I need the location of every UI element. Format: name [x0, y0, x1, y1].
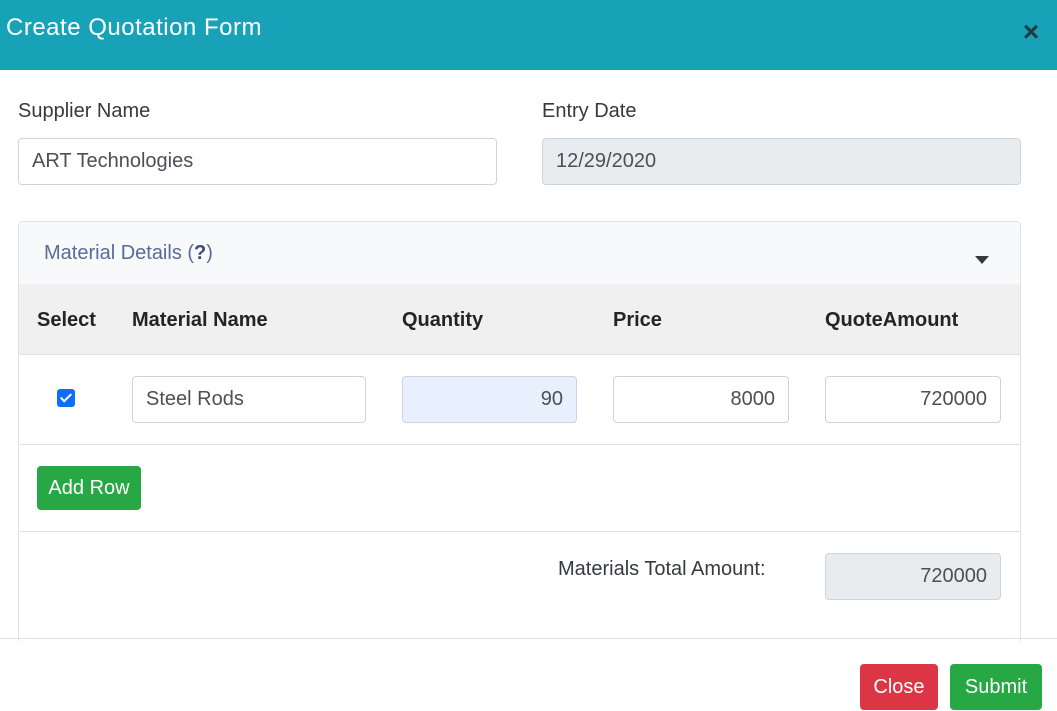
submit-button[interactable]: Submit: [950, 664, 1042, 710]
modal-title: Create Quotation Form: [6, 14, 262, 41]
close-icon[interactable]: ×: [1016, 18, 1046, 48]
material-details-header[interactable]: Material Details (?): [19, 222, 1020, 284]
materials-total-label: Materials Total Amount:: [558, 558, 766, 580]
materials-total-input[interactable]: [825, 553, 1001, 600]
column-header-select: Select: [37, 309, 96, 331]
entry-date-input[interactable]: [542, 138, 1021, 185]
add-row-button[interactable]: Add Row: [37, 466, 141, 510]
row-divider: [19, 531, 1020, 532]
quantity-input[interactable]: [402, 376, 577, 423]
column-header-price: Price: [613, 309, 662, 331]
help-icon[interactable]: ?: [194, 242, 206, 264]
price-input[interactable]: [613, 376, 789, 423]
caret-down-icon[interactable]: [975, 256, 989, 264]
material-details-card: Material Details (?) Select Material Nam…: [18, 221, 1021, 641]
modal-header: Create Quotation Form ×: [0, 0, 1057, 70]
column-header-quantity: Quantity: [402, 309, 484, 331]
close-button[interactable]: Close: [860, 664, 938, 710]
table-header: Select Material Name Quantity Price Quot…: [19, 284, 1020, 355]
supplier-name-label: Supplier Name: [18, 100, 151, 122]
entry-date-label: Entry Date: [542, 100, 637, 122]
row-select-checkbox[interactable]: [57, 389, 75, 407]
column-header-material-name: Material Name: [132, 309, 268, 331]
quote-amount-input[interactable]: [825, 376, 1001, 423]
material-details-title: Material Details (?): [44, 242, 213, 264]
footer-divider: [0, 638, 1057, 639]
supplier-name-input[interactable]: [18, 138, 497, 185]
row-divider: [19, 444, 1020, 445]
material-name-input[interactable]: [132, 376, 366, 423]
column-header-quote-amount: QuoteAmount: [825, 309, 959, 331]
